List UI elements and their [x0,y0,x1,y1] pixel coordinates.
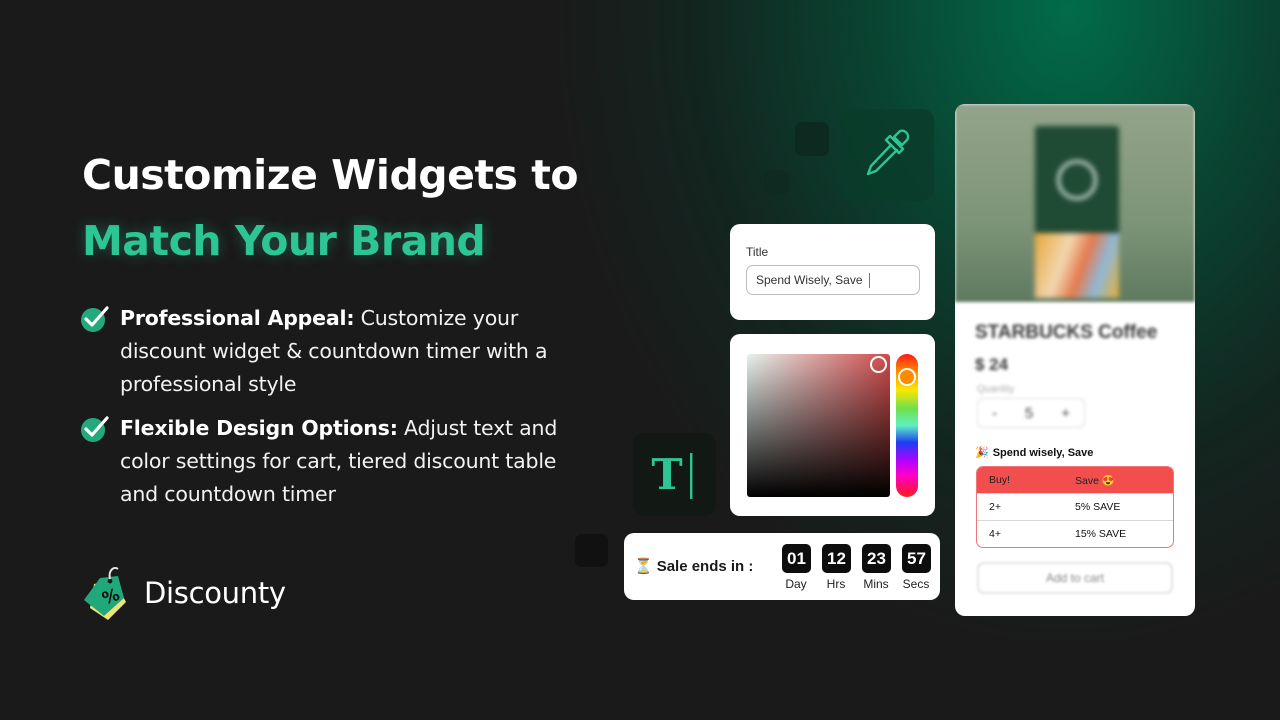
tier-quantity: 4+ [989,528,1001,540]
product-preview-card: STARBUCKS Coffee $ 24 Quantity - 5 + 🎉 S… [955,104,1195,616]
brand-name: Discounty [144,576,286,610]
column-header: Buy! [989,474,1011,486]
hue-slider-handle[interactable] [898,368,916,386]
column-header: Save 😍 [1075,474,1115,487]
party-popper-icon: 🎉 [975,447,989,459]
brand-logo: % Discounty [80,562,286,624]
title-input[interactable]: Spend Wisely, Save [746,265,920,295]
headline-line-2: Match Your Brand [82,217,486,265]
timer-label: ⏳ Sale ends in : [634,557,754,576]
product-name: STARBUCKS Coffee [975,322,1158,343]
offer-title-text: Spend wisely, Save [992,446,1094,459]
tiered-discount-table: Buy! Save 😍 2+ 5% SAVE 4+ 15% SAVE [976,466,1174,548]
decorative-square [575,534,608,567]
feature-item: Professional Appeal: Customize your disc… [80,302,600,401]
headline-line-1: Customize Widgets to [82,151,579,199]
product-image [955,104,1195,302]
eyedropper-tile [841,109,934,201]
bag-label [1035,233,1119,298]
quantity-value: 5 [1024,404,1034,422]
timer-hours-label: Hrs [826,577,846,591]
title-field-label: Title [746,245,769,259]
saturation-brightness-area[interactable] [747,354,890,497]
decrement-button[interactable]: - [992,405,997,422]
text-tool-tile: T [633,433,716,516]
decorative-square [764,170,789,195]
timer-days: 01 [782,544,811,573]
table-row: 2+ 5% SAVE [977,493,1173,520]
check-circle-icon [81,416,109,442]
tier-discount: 5% SAVE [1075,501,1121,513]
text-cursor-icon: T [651,450,692,499]
timer-seconds: 57 [902,544,931,573]
product-price: $ 24 [975,355,1009,374]
page-headline: Customize Widgets to Match Your Brand [82,142,579,274]
add-to-cart-button[interactable]: Add to cart [977,562,1173,594]
title-editor-card: Title Spend Wisely, Save [730,224,935,320]
eyedropper-icon [866,129,909,176]
color-selector-handle[interactable] [870,356,887,373]
price-tag-percent-icon: % [84,567,126,620]
check-circle-icon [81,306,109,332]
quantity-label: Quantity [977,384,1015,395]
feature-title: Flexible Design Options: [120,416,398,440]
title-input-value: Spend Wisely, Save [756,273,863,287]
timer-days-label: Day [785,577,807,591]
increment-button[interactable]: + [1061,405,1070,422]
timer-label-text: Sale ends in : [656,557,754,575]
timer-seconds-label: Secs [902,577,930,591]
countdown-timer: ⏳ Sale ends in : 01 Day 12 Hrs 23 Mins 5… [624,533,940,600]
tier-quantity: 2+ [989,501,1001,513]
timer-minutes-label: Mins [863,577,889,591]
color-picker-card [730,334,935,516]
svg-text:T: T [651,450,682,499]
offer-title: 🎉 Spend wisely, Save [975,446,1094,460]
table-header-row: Buy! Save 😍 [977,467,1173,493]
text-caret [868,272,870,288]
decorative-square [795,122,829,156]
tier-discount: 15% SAVE [1075,528,1127,540]
feature-title: Professional Appeal: [120,306,355,330]
hourglass-icon: ⏳ [634,558,653,575]
feature-item: Flexible Design Options: Adjust text and… [80,412,600,511]
feature-list: Professional Appeal: Customize your disc… [80,302,600,522]
quantity-stepper[interactable]: - 5 + [977,398,1085,428]
starbucks-logo [1057,160,1097,200]
table-row: 4+ 15% SAVE [977,520,1173,547]
timer-minutes: 23 [862,544,891,573]
coffee-bag-image [1035,126,1119,298]
timer-hours: 12 [822,544,851,573]
